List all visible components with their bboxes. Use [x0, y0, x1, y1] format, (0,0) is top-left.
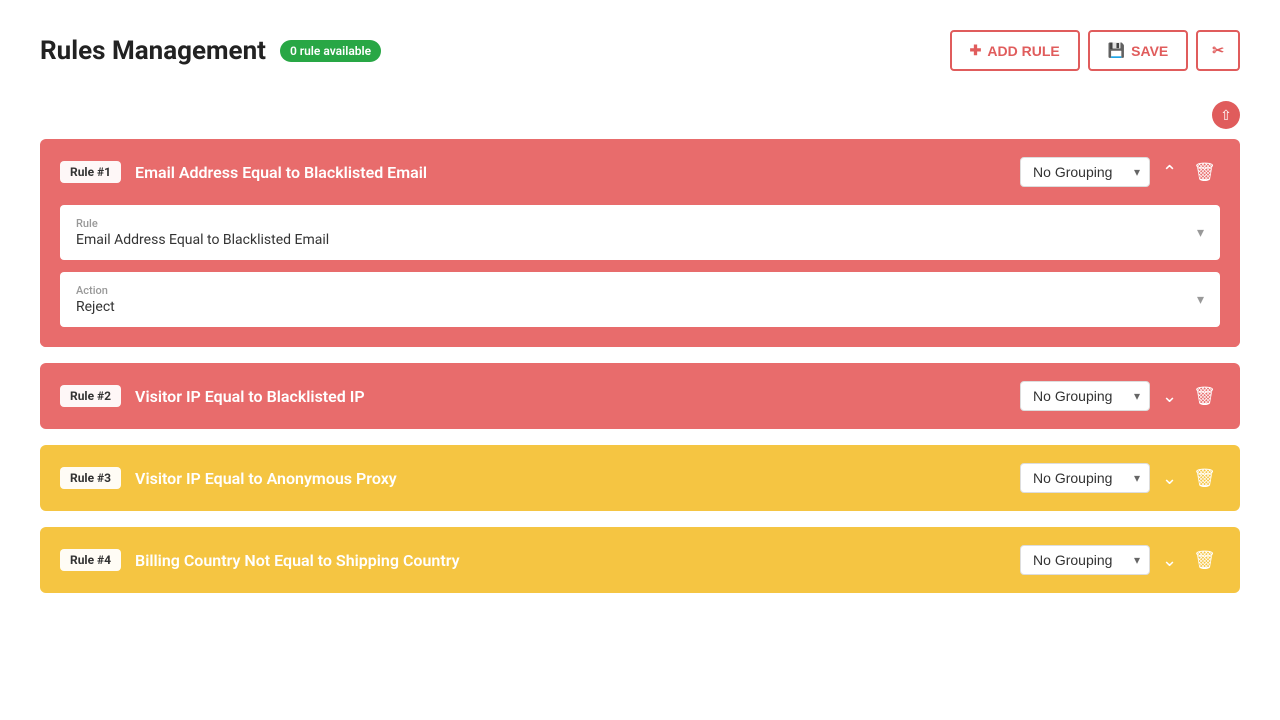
rule-toggle-button-3[interactable]: ⌄ [1158, 464, 1181, 493]
grouping-select-1[interactable]: No GroupingANDOR [1020, 157, 1150, 187]
rule-badge-4: Rule #4 [60, 549, 121, 571]
save-icon: 💾 [1108, 42, 1125, 59]
rule-header-2: Rule #2 Visitor IP Equal to Blacklisted I… [40, 363, 1240, 429]
add-rule-button[interactable]: ✚ ADD RULE [950, 30, 1080, 71]
rule-title-4: Billing Country Not Equal to Shipping Co… [135, 551, 1006, 570]
scissors-icon: ✂ [1212, 42, 1224, 59]
page-title: Rules Management [40, 36, 266, 66]
rule-card-3: Rule #3 Visitor IP Equal to Anonymous Pro… [40, 445, 1240, 511]
rule-badge-1: Rule #1 [60, 161, 121, 183]
field-value: Reject [76, 299, 115, 315]
add-rule-label: ADD RULE [987, 43, 1059, 59]
rule-title-1: Email Address Equal to Blacklisted Email [135, 163, 1006, 182]
save-label: SAVE [1131, 43, 1168, 59]
grouping-select-wrapper-3: No GroupingANDOR▾ [1020, 463, 1150, 493]
rule-body-1: Rule Email Address Equal to Blacklisted E… [40, 205, 1240, 347]
chevron-up-icon: ⇧ [1220, 107, 1232, 124]
grouping-select-4[interactable]: No GroupingANDOR [1020, 545, 1150, 575]
grouping-select-wrapper-4: No GroupingANDOR▾ [1020, 545, 1150, 575]
rule-field-inner: Action Reject [76, 284, 115, 315]
grouping-select-wrapper-1: No GroupingANDOR▾ [1020, 157, 1150, 187]
rule-toggle-button-1[interactable]: ⌃ [1158, 158, 1181, 187]
rule-field-1-1[interactable]: Rule Email Address Equal to Blacklisted E… [60, 205, 1220, 260]
clear-button[interactable]: ✂ [1196, 30, 1240, 71]
rule-toggle-button-4[interactable]: ⌄ [1158, 546, 1181, 575]
header-actions: ✚ ADD RULE 💾 SAVE ✂ [950, 30, 1240, 71]
page-container: Rules Management 0 rule available ✚ ADD … [0, 0, 1280, 623]
rule-header-3: Rule #3 Visitor IP Equal to Anonymous Pro… [40, 445, 1240, 511]
rule-controls-1: No GroupingANDOR▾ ⌃ 🗑 [1020, 157, 1220, 187]
rule-controls-2: No GroupingANDOR▾ ⌄ 🗑 [1020, 381, 1220, 411]
field-chevron-icon: ▾ [1197, 225, 1204, 241]
save-button[interactable]: 💾 SAVE [1088, 30, 1189, 71]
rule-title-3: Visitor IP Equal to Anonymous Proxy [135, 469, 1006, 488]
rule-card-2: Rule #2 Visitor IP Equal to Blacklisted I… [40, 363, 1240, 429]
collapse-all-button[interactable]: ⇧ [1212, 101, 1240, 129]
rule-header-1: Rule #1 Email Address Equal to Blackliste… [40, 139, 1240, 205]
field-chevron-icon: ▾ [1197, 292, 1204, 308]
field-label: Rule [76, 217, 329, 230]
rules-list: Rule #1 Email Address Equal to Blackliste… [40, 139, 1240, 593]
field-value: Email Address Equal to Blacklisted Email [76, 232, 329, 248]
collapse-all-container: ⇧ [40, 101, 1240, 129]
rule-delete-button-4[interactable]: 🗑 [1189, 546, 1220, 575]
grouping-select-wrapper-2: No GroupingANDOR▾ [1020, 381, 1150, 411]
rule-badge-2: Rule #2 [60, 385, 121, 407]
rules-count-badge: 0 rule available [280, 40, 381, 62]
rule-controls-4: No GroupingANDOR▾ ⌄ 🗑 [1020, 545, 1220, 575]
header-left: Rules Management 0 rule available [40, 36, 381, 66]
rule-controls-3: No GroupingANDOR▾ ⌄ 🗑 [1020, 463, 1220, 493]
rule-card-4: Rule #4 Billing Country Not Equal to Ship… [40, 527, 1240, 593]
page-header: Rules Management 0 rule available ✚ ADD … [40, 30, 1240, 71]
grouping-select-2[interactable]: No GroupingANDOR [1020, 381, 1150, 411]
rule-delete-button-1[interactable]: 🗑 [1189, 158, 1220, 187]
rule-delete-button-3[interactable]: 🗑 [1189, 464, 1220, 493]
rule-header-4: Rule #4 Billing Country Not Equal to Ship… [40, 527, 1240, 593]
rule-field-inner: Rule Email Address Equal to Blacklisted E… [76, 217, 329, 248]
rule-field-1-2[interactable]: Action Reject ▾ [60, 272, 1220, 327]
rule-badge-3: Rule #3 [60, 467, 121, 489]
add-icon: ✚ [970, 42, 982, 59]
field-label: Action [76, 284, 115, 297]
grouping-select-3[interactable]: No GroupingANDOR [1020, 463, 1150, 493]
rule-delete-button-2[interactable]: 🗑 [1189, 382, 1220, 411]
rule-title-2: Visitor IP Equal to Blacklisted IP [135, 387, 1006, 406]
rule-card-1: Rule #1 Email Address Equal to Blackliste… [40, 139, 1240, 347]
rule-toggle-button-2[interactable]: ⌄ [1158, 382, 1181, 411]
